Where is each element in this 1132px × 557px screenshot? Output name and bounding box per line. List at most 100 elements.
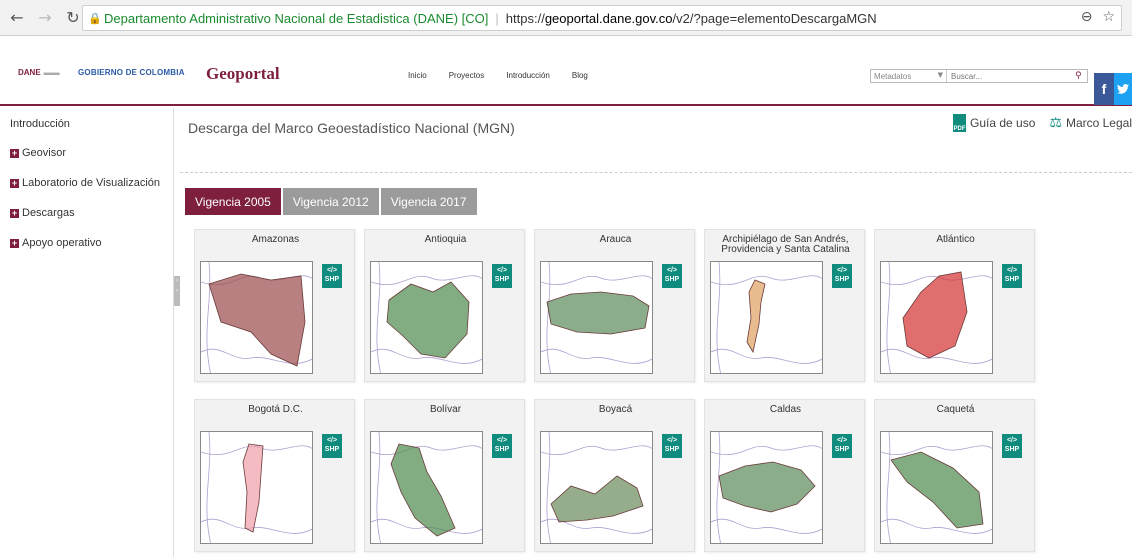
department-name: Caquetá (936, 404, 975, 415)
shp-download-icon[interactable]: </> SHP (662, 264, 682, 288)
sidebar-item-descargas[interactable]: + Descargas (10, 207, 75, 219)
code-glyph: </> (1006, 437, 1018, 444)
twitter-icon[interactable] (1114, 73, 1132, 105)
nav-introduccion[interactable]: Introducción (506, 71, 550, 80)
sidebar-item-apoyo[interactable]: + Apoyo operativo (10, 237, 102, 249)
department-map-thumbnail[interactable] (200, 261, 313, 374)
pdf-icon: PDF (953, 114, 966, 132)
tab-vigencia-2017[interactable]: Vigencia 2017 (380, 188, 477, 215)
department-map-thumbnail[interactable] (710, 261, 823, 374)
scale-icon: ⚖ (1049, 115, 1062, 131)
department-card: Antioquia </> SHP (364, 229, 525, 382)
code-glyph: </> (496, 437, 508, 444)
department-name: Bolívar (429, 404, 462, 415)
site-identity: Departamento Administrativo Nacional de … (104, 10, 489, 26)
page-title: Descarga del Marco Geoestadístico Nacion… (188, 120, 515, 136)
plus-icon: + (10, 207, 19, 218)
department-name: Archipiélago de San Andrés, Providencia … (721, 234, 850, 255)
guide-link-label: Guía de uso (970, 116, 1036, 130)
tab-vigencia-2012[interactable]: Vigencia 2012 (282, 188, 379, 215)
shp-download-icon[interactable]: </> SHP (1002, 434, 1022, 458)
address-bar[interactable]: 🔒 Departamento Administrativo Nacional d… (82, 5, 1122, 31)
shp-label: SHP (324, 446, 340, 453)
department-card: Caldas </> SHP (704, 399, 865, 552)
nav-blog[interactable]: Blog (572, 71, 588, 80)
url-path: /v2/?page=elementoDescargaMGN (672, 10, 877, 26)
shp-label: SHP (834, 276, 850, 283)
brand-title[interactable]: Geoportal (206, 64, 280, 84)
department-card: Atlántico </> SHP (874, 229, 1035, 382)
shp-label: SHP (494, 276, 510, 283)
search-input[interactable] (947, 70, 1075, 82)
sidebar-item-laboratorio[interactable]: + Laboratorio de Visualización (10, 177, 160, 189)
zoom-icon[interactable]: ⊖ (1081, 9, 1093, 25)
shp-label: SHP (324, 276, 340, 283)
code-glyph: </> (836, 267, 848, 274)
department-map-thumbnail[interactable] (370, 261, 483, 374)
doc-links: PDF Guía de uso ⚖ Marco Legal (953, 114, 1132, 132)
code-glyph: </> (326, 437, 338, 444)
star-icon[interactable]: ☆ (1102, 9, 1115, 25)
shp-label: SHP (664, 446, 680, 453)
tab-vigencia-2005[interactable]: Vigencia 2005 (185, 188, 281, 215)
department-map-thumbnail[interactable] (710, 431, 823, 544)
sidebar-item-geovisor[interactable]: + Geovisor (10, 147, 66, 159)
plus-icon: + (10, 177, 19, 188)
shp-download-icon[interactable]: </> SHP (662, 434, 682, 458)
shp-label: SHP (494, 446, 510, 453)
department-card: Archipiélago de San Andrés, Providencia … (704, 229, 865, 382)
nav-proyectos[interactable]: Proyectos (449, 71, 485, 80)
department-map-thumbnail[interactable] (540, 431, 653, 544)
department-map-thumbnail[interactable] (880, 431, 993, 544)
department-name: Bogotá D.C. (248, 404, 303, 415)
code-glyph: </> (1006, 267, 1018, 274)
facebook-icon[interactable]: f (1094, 73, 1114, 105)
shp-label: SHP (834, 446, 850, 453)
shp-download-icon[interactable]: </> SHP (1002, 264, 1022, 288)
department-map-thumbnail[interactable] (200, 431, 313, 544)
department-name: Amazonas (251, 234, 300, 245)
code-glyph: </> (326, 267, 338, 274)
reload-icon[interactable]: ↻ (62, 7, 84, 29)
department-map-thumbnail[interactable] (540, 261, 653, 374)
sidebar: Introducción + Geovisor + Laboratorio de V… (0, 108, 174, 557)
shp-download-icon[interactable]: </> SHP (832, 434, 852, 458)
department-name: Caldas (769, 404, 802, 415)
legal-link-label: Marco Legal (1065, 116, 1132, 130)
department-card: Arauca </> SHP (534, 229, 695, 382)
code-glyph: </> (666, 437, 678, 444)
code-glyph: </> (496, 267, 508, 274)
top-nav: Inicio Proyectos Introducción Blog (408, 71, 588, 80)
forward-icon[interactable]: → (34, 7, 56, 29)
dane-logo[interactable]: DANE ▬▬ (18, 68, 60, 77)
department-map-thumbnail[interactable] (370, 431, 483, 544)
department-card: Boyacá </> SHP (534, 399, 695, 552)
legal-link[interactable]: ⚖ Marco Legal (1049, 115, 1132, 131)
search-bar: Metadatos ▼ ⚲ (870, 69, 1088, 83)
nav-inicio[interactable]: Inicio (408, 71, 427, 80)
main-content: Descarga del Marco Geoestadístico Nacion… (180, 108, 1132, 557)
shp-download-icon[interactable]: </> SHP (492, 264, 512, 288)
search-icon[interactable]: ⚲ (1075, 70, 1087, 82)
back-icon[interactable]: ← (6, 7, 28, 29)
sidebar-item-introduccion[interactable]: Introducción (10, 118, 70, 130)
department-name: Boyacá (598, 404, 633, 415)
department-card: Caquetá </> SHP (874, 399, 1035, 552)
url-host: geoportal.dane.gov.co (544, 10, 673, 26)
sidebar-item-label: Descargas (22, 207, 75, 219)
metadata-select[interactable]: Metadatos ▼ (871, 70, 947, 82)
sidebar-item-label: Laboratorio de Visualización (22, 177, 160, 189)
department-name: Atlántico (936, 234, 975, 245)
shp-download-icon[interactable]: </> SHP (832, 264, 852, 288)
site-header: DANE ▬▬ GOBIERNO DE COLOMBIA Geoportal In… (0, 37, 1132, 106)
department-map-thumbnail[interactable] (880, 261, 993, 374)
browser-toolbar: ← → ↻ 🔒 Departamento Administrativo Naci… (0, 0, 1132, 36)
guide-link[interactable]: PDF Guía de uso (953, 114, 1035, 132)
dane-logo-mark: ▬▬ (43, 68, 60, 77)
sidebar-item-label: Geovisor (22, 147, 67, 159)
gobierno-logo[interactable]: GOBIERNO DE COLOMBIA (78, 68, 185, 77)
shp-download-icon[interactable]: </> SHP (492, 434, 512, 458)
divider (180, 172, 1132, 173)
shp-download-icon[interactable]: </> SHP (322, 434, 342, 458)
shp-download-icon[interactable]: </> SHP (322, 264, 342, 288)
